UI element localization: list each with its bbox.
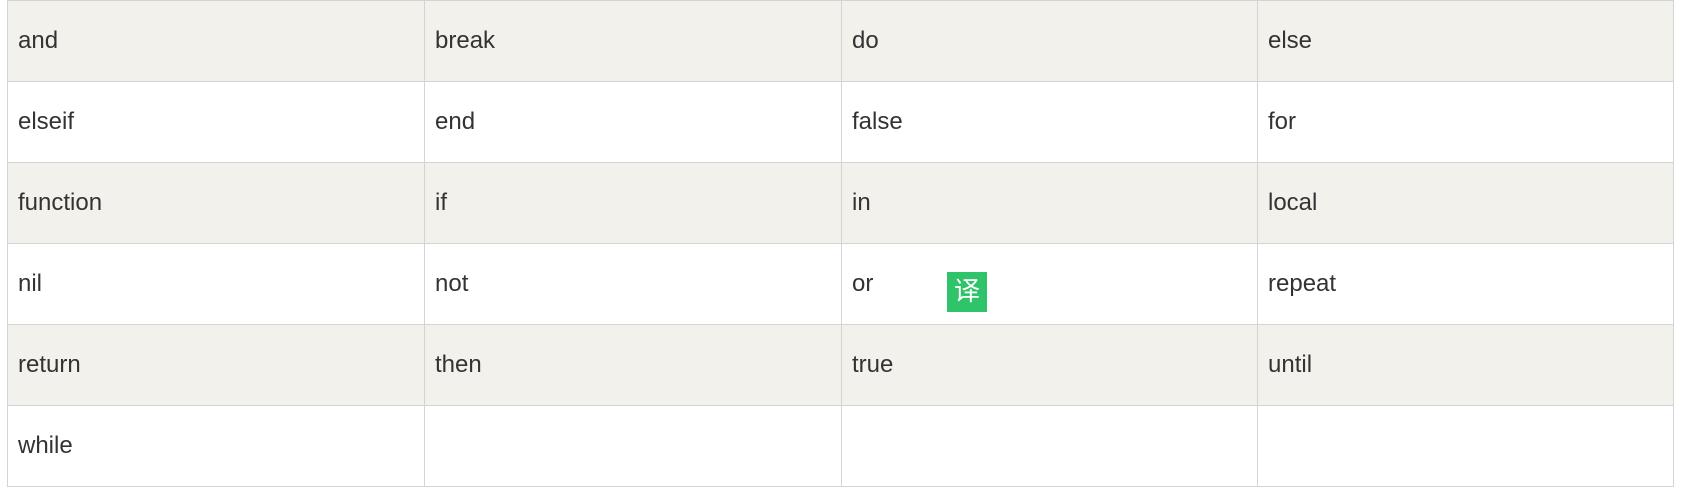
- table-cell-with-badge: or 译: [841, 243, 1258, 325]
- keywords-table: and break do else elseif end false for f…: [7, 0, 1674, 487]
- table-cell: [1257, 405, 1674, 487]
- table-cell: in: [841, 162, 1258, 244]
- table-cell: do: [841, 0, 1258, 82]
- table-cell: [841, 405, 1258, 487]
- table-row: while: [7, 405, 1674, 487]
- table-cell: false: [841, 81, 1258, 163]
- table-row: and break do else: [7, 0, 1674, 82]
- table-cell: true: [841, 324, 1258, 406]
- table-row: elseif end false for: [7, 81, 1674, 163]
- table-cell: if: [424, 162, 842, 244]
- table-cell: [424, 405, 842, 487]
- table-row: return then true until: [7, 324, 1674, 406]
- table-cell: for: [1257, 81, 1674, 163]
- table-cell: and: [7, 0, 425, 82]
- table-cell: until: [1257, 324, 1674, 406]
- table-row: nil not or 译 repeat: [7, 243, 1674, 325]
- table-row: function if in local: [7, 162, 1674, 244]
- translate-icon[interactable]: 译: [947, 272, 987, 312]
- table-cell-text: or: [852, 270, 874, 297]
- table-cell: return: [7, 324, 425, 406]
- table-cell: not: [424, 243, 842, 325]
- table-cell: local: [1257, 162, 1674, 244]
- table-cell: break: [424, 0, 842, 82]
- table-cell: function: [7, 162, 425, 244]
- table-cell: else: [1257, 0, 1674, 82]
- table-cell: end: [424, 81, 842, 163]
- table-cell: while: [7, 405, 425, 487]
- table-cell: repeat: [1257, 243, 1674, 325]
- table-cell: elseif: [7, 81, 425, 163]
- table-cell: nil: [7, 243, 425, 325]
- table-cell: then: [424, 324, 842, 406]
